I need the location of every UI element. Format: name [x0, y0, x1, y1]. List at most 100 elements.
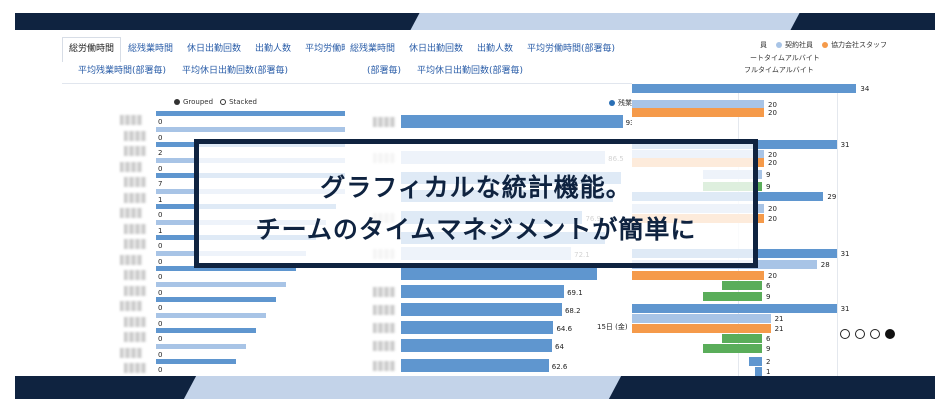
grouped-label: Grouped: [183, 98, 214, 106]
bar-value: 9: [766, 171, 771, 179]
bar-value: 2: [158, 149, 163, 157]
tab-holiday-work-count[interactable]: 休日出勤回数: [180, 44, 248, 62]
tab-mid-avg-holiday[interactable]: 平均休日出勤回数(部署毎): [409, 66, 531, 77]
legend-dot-icon: [609, 100, 615, 106]
blurred-name: [373, 117, 395, 127]
bar-value: 0: [158, 242, 163, 250]
tab-total-overtime[interactable]: 総残業時間: [121, 44, 180, 62]
tab-avg-overtime[interactable]: 平均残業時間(部署毎): [70, 66, 174, 77]
tab-avg-holiday-work[interactable]: 平均休日出勤回数(部署毎): [174, 66, 296, 77]
bar-value: 20: [768, 205, 777, 213]
blurred-name: [120, 254, 142, 265]
bar: [156, 297, 276, 302]
pager-dot-icon[interactable]: [885, 329, 895, 339]
pager-dot-icon[interactable]: [870, 329, 880, 339]
bar-value: 20: [768, 101, 777, 109]
bar-value: 20: [768, 215, 777, 223]
mid-tabs: 総残業時間 休日出勤回数 出勤人数 平均労働時間(部署毎): [345, 36, 622, 62]
legend-item-partner-staff: 協力会社スタッフ: [831, 41, 887, 49]
bar-value: 0: [158, 304, 163, 312]
tab-mid-overtime[interactable]: 総残業時間: [345, 44, 402, 62]
blurred-name: [120, 347, 142, 358]
legend-dot-icon: [822, 42, 828, 48]
bar: [156, 328, 256, 333]
left-tabs-row2: 平均残業時間(部署毎) 平均休日出勤回数(部署毎): [70, 66, 296, 77]
blurred-name: [124, 130, 146, 141]
blurred-name: [373, 323, 395, 333]
bar: [156, 359, 236, 364]
legend-row-2: ートタイムアルバイト: [750, 53, 820, 63]
bar-value: 1: [158, 195, 163, 204]
bar-value: 0: [158, 118, 163, 126]
bar: [401, 359, 549, 372]
bar: [632, 324, 771, 333]
bar: [156, 343, 246, 349]
mid-tabs-row2: (部署毎) 平均休日出勤回数(部署毎): [359, 66, 531, 77]
hero-banner: 総労働時間 総残業時間 休日出勤回数 出勤人数 平均労働時間(部署毎) 平均残業…: [0, 0, 950, 410]
top-band: [15, 13, 935, 30]
tab-mid-avg-work[interactable]: 平均労働時間(部署毎): [520, 44, 622, 62]
bar-value: 0: [158, 133, 163, 142]
bar: [702, 292, 762, 301]
bar: [632, 84, 857, 93]
bar-value: 6: [766, 282, 771, 290]
blurred-name: [373, 287, 395, 297]
blurred-name: [373, 341, 395, 351]
blurred-name: [124, 239, 146, 249]
bar-value: 7: [158, 180, 163, 188]
pager-dot-icon[interactable]: [840, 329, 850, 339]
blurred-name: [124, 177, 146, 187]
bar: [156, 312, 266, 318]
bar-value: 9: [766, 293, 771, 301]
bar-value: 20: [768, 109, 777, 117]
bar-value: 0: [158, 335, 163, 343]
blurred-name: [124, 332, 146, 342]
bar: [401, 285, 565, 298]
bar-value: 9: [766, 183, 771, 191]
tab-mid-dept[interactable]: (部署毎): [359, 66, 409, 77]
bar: [632, 314, 771, 323]
carousel-pager: [840, 329, 895, 339]
blurred-name: [124, 316, 146, 327]
mid-tab-divider: [345, 83, 640, 84]
legend-row-3: フルタイムアルバイト: [744, 65, 814, 75]
blurred-name: [120, 301, 142, 311]
blurred-name: [373, 305, 395, 315]
bar-value: 0: [158, 273, 163, 281]
headline-box: グラフィカルな統計機能。 チームのタイムマネジメントが簡単に: [194, 139, 758, 268]
tab-total-work-hours[interactable]: 総労働時間: [62, 37, 122, 62]
bar: [401, 303, 562, 316]
bar-value: 0: [158, 366, 163, 374]
bar-value: 29: [827, 193, 837, 201]
tab-mid-holiday[interactable]: 休日出勤回数: [402, 44, 470, 62]
bar-value: 20: [768, 151, 777, 159]
date-label: 15日 (金): [597, 323, 628, 331]
bar-value: 34: [860, 85, 870, 93]
blurred-name: [124, 223, 146, 234]
bar-value: 6: [766, 335, 771, 343]
tab-mid-attendance[interactable]: 出勤人数: [470, 44, 520, 62]
pager-dot-icon[interactable]: [855, 329, 865, 339]
bar: [401, 339, 553, 352]
bar: [632, 271, 764, 280]
stacked-radio-icon[interactable]: [220, 99, 227, 105]
blurred-name: [124, 192, 146, 203]
bar-value: 62.6: [551, 363, 568, 371]
blurred-name: [120, 115, 142, 125]
bar-value: 1: [766, 368, 771, 376]
employment-type-legend: 員 契約社員 協力会社スタッフ: [760, 40, 887, 50]
legend-item-fulltime: フルタイムアルバイト: [744, 66, 814, 74]
bar-value: 31: [840, 305, 850, 313]
bar-value: 2: [766, 358, 771, 366]
grouped-radio-icon[interactable]: [174, 99, 180, 105]
bar-value: 0: [158, 319, 163, 328]
bar-value: 69.1: [567, 289, 583, 297]
tab-attendance-count[interactable]: 出勤人数: [248, 44, 298, 62]
bar-value: 64.6: [556, 325, 573, 333]
blurred-name: [124, 285, 146, 296]
bar: [401, 268, 597, 280]
blurred-name: [373, 361, 395, 371]
bottom-band: [15, 376, 935, 399]
bar-value: 0: [158, 350, 163, 359]
grouped-stacked-toggle[interactable]: Grouped Stacked: [174, 98, 257, 106]
